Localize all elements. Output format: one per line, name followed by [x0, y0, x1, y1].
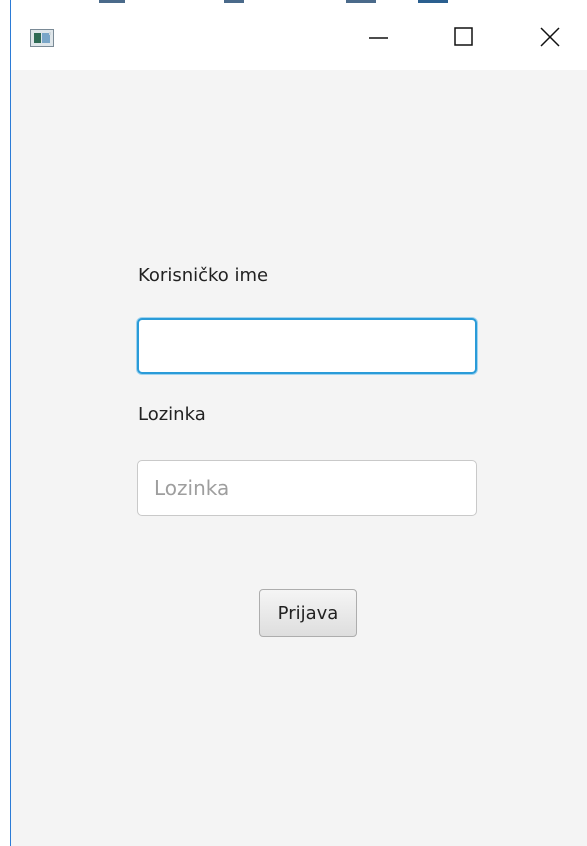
taskbar-strip [224, 0, 244, 3]
login-window: Korisničko ime Lozinka Prijava [10, 0, 587, 846]
username-input[interactable] [137, 318, 477, 374]
close-button[interactable] [527, 14, 573, 60]
taskbar-strip [418, 0, 448, 3]
password-input[interactable] [137, 460, 477, 516]
taskbar-strip [346, 0, 376, 3]
maximize-button[interactable] [440, 14, 486, 60]
taskbar-strip [99, 0, 125, 3]
minimize-icon [369, 37, 388, 39]
java-app-icon[interactable] [30, 29, 54, 47]
password-label: Lozinka [138, 404, 206, 425]
close-icon [540, 27, 560, 47]
username-label: Korisničko ime [138, 265, 269, 286]
maximize-icon [454, 27, 473, 46]
login-button[interactable]: Prijava [259, 589, 357, 637]
minimize-button[interactable] [355, 14, 401, 60]
title-bar[interactable] [11, 0, 587, 70]
